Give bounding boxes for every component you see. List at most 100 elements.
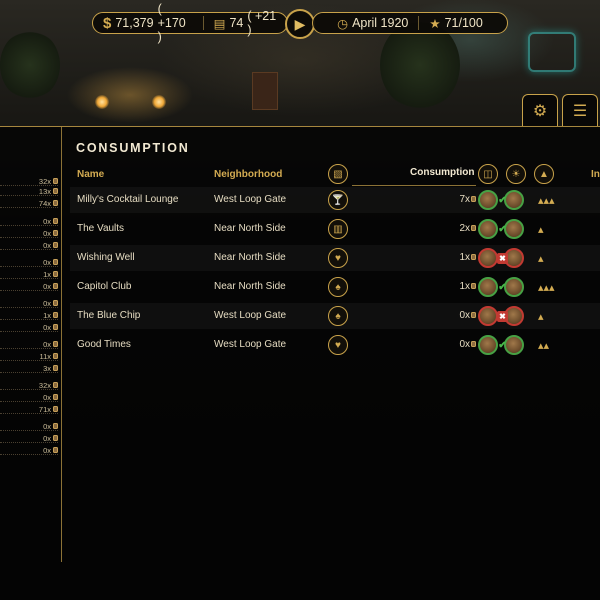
side-list-value: 32x — [38, 380, 51, 390]
barrel-icon — [53, 300, 58, 306]
table-row[interactable]: The Blue Chip West Loop Gate ♠ 0x ✖ ▴ — [70, 303, 600, 329]
table-row[interactable]: Good Times West Loop Gate ♥ 0x ✔ ▴▴ — [70, 332, 600, 358]
workers-value: 74 — [229, 16, 244, 30]
cards-icon[interactable]: ♠ — [328, 277, 348, 297]
barrel-status-icon — [478, 277, 498, 297]
venue-neighborhood: Near North Side — [214, 223, 286, 234]
side-list-value: 71x — [38, 404, 51, 414]
bank-icon[interactable]: ▥ — [328, 219, 348, 239]
shortage-icon: ✖ — [497, 311, 508, 322]
side-list-value: 74x — [38, 198, 51, 208]
clock-icon: ◷ — [337, 16, 349, 31]
barrel-icon — [53, 353, 58, 359]
column-header-cutoff: In — [591, 169, 600, 180]
consumption-value: 1x — [459, 281, 470, 292]
level-icon: ▴ — [538, 253, 544, 265]
consumption-value: 1x — [459, 252, 470, 263]
quality-icon[interactable]: ☀ — [506, 164, 526, 184]
barrel-icon — [53, 394, 58, 400]
side-list-row: 11x — [0, 352, 58, 361]
barrel-icon — [471, 254, 476, 260]
streetlamp — [95, 95, 109, 109]
side-list: 32x 13x 74x 0x 0x 0x 0x 1x 0x 0x 1x 0x 0x 11x 3x 32x 0x 7… — [0, 127, 62, 562]
barrel-icon — [471, 225, 476, 231]
venue-name: The Blue Chip — [77, 310, 141, 321]
resource-bar: $ 71,379 ( +170 ) ▤ 74 ( +21 ) ▶ ◷ April… — [92, 2, 508, 44]
consumption-value: 0x — [459, 310, 470, 321]
table-row[interactable]: Wishing Well Near North Side ♥ 1x ✖ ▴ — [70, 245, 600, 271]
heart-icon[interactable]: ♥ — [328, 248, 348, 268]
level-icon: ▴▴▴ — [538, 195, 555, 207]
venue-type-icon[interactable]: ▧ — [328, 164, 348, 184]
side-list-value: 13x — [38, 186, 51, 196]
level-icon: ▴▴▴ — [538, 282, 555, 294]
barrel-icon — [53, 382, 58, 388]
reputation-value: 71/100 — [444, 16, 483, 30]
menu-button[interactable]: ☰ — [562, 94, 598, 126]
play-button[interactable]: ▶ — [285, 9, 315, 39]
barrel-icon — [53, 365, 58, 371]
consumption-value: 7x — [459, 194, 470, 205]
side-list-row: 1x — [0, 270, 58, 279]
barrel-icon — [53, 341, 58, 347]
venue-neighborhood: Near North Side — [214, 281, 286, 292]
money-value: 71,379 — [115, 16, 154, 30]
side-list-value: 11x — [39, 351, 51, 361]
barrel-icon — [53, 435, 58, 441]
play-icon: ▶ — [294, 15, 306, 32]
barrel-icon — [471, 341, 476, 347]
table-row[interactable]: Capitol Club Near North Side ♠ 1x ✔ ▴▴▴ — [70, 274, 600, 300]
barrel-icon — [471, 196, 476, 202]
barrel-icon — [53, 423, 58, 429]
barrel-icon — [53, 259, 58, 265]
barrel-icon — [53, 178, 58, 184]
heart-icon[interactable]: ♥ — [328, 335, 348, 355]
side-list-row: 0x — [0, 282, 58, 291]
venue-neighborhood: West Loop Gate — [214, 310, 287, 321]
barrel-icon — [53, 242, 58, 248]
side-list-row: 0x — [0, 258, 58, 267]
column-header-neighborhood[interactable]: Neighborhood — [214, 169, 282, 180]
divider — [418, 16, 420, 30]
barrel-icon — [53, 312, 58, 318]
streetlamp — [152, 95, 166, 109]
date-reputation-pill: ◷ April 1920 ★ 71/100 — [312, 12, 508, 34]
table-row[interactable]: The Vaults Near North Side ▥ 2x ✔ ▴ — [70, 216, 600, 242]
column-header-name[interactable]: Name — [77, 169, 104, 180]
building-icon: ▤ — [213, 16, 226, 31]
settings-button[interactable]: ⚙ — [522, 94, 558, 126]
side-list-value: 0x — [43, 445, 51, 455]
cocktail-icon[interactable]: 🍸 — [328, 190, 348, 210]
money-delta: ( +170 ) — [157, 2, 186, 44]
side-list-value: 0x — [43, 240, 51, 250]
venue-name: Milly's Cocktail Lounge — [77, 194, 179, 205]
side-list-row: 74x — [0, 199, 58, 208]
check-icon: ✔ — [498, 282, 507, 293]
dollar-icon: $ — [103, 14, 112, 32]
barrel-icon — [53, 447, 58, 453]
barrel-icon — [53, 324, 58, 330]
workers-delta: ( +21 ) — [247, 9, 277, 37]
level-icon[interactable]: ▲ — [534, 164, 554, 184]
side-list-value: 32x — [38, 176, 51, 186]
barrel-status-icon — [478, 306, 498, 326]
barrel-icon — [53, 271, 58, 277]
building-crate — [252, 72, 278, 110]
consumption-value: 0x — [459, 339, 470, 350]
shortage-icon: ✖ — [497, 253, 508, 264]
barrel-icon — [53, 218, 58, 224]
barrel-icon[interactable]: ◫ — [478, 164, 498, 184]
side-list-row: 0x — [0, 217, 58, 226]
column-header-consumption[interactable]: Consumption — [410, 167, 474, 178]
barrel-icon — [53, 406, 58, 412]
divider — [202, 16, 204, 30]
panel-title: CONSUMPTION — [76, 141, 190, 155]
side-list-value: 3x — [43, 363, 51, 373]
table-row[interactable]: Milly's Cocktail Lounge West Loop Gate 🍸 7x… — [70, 187, 600, 213]
barrel-icon — [471, 312, 476, 318]
side-list-row: 71x — [0, 405, 58, 414]
barrel-icon — [53, 188, 58, 194]
side-list-row: 0x — [0, 393, 58, 402]
cards-icon[interactable]: ♠ — [328, 306, 348, 326]
check-icon: ✔ — [498, 224, 507, 235]
